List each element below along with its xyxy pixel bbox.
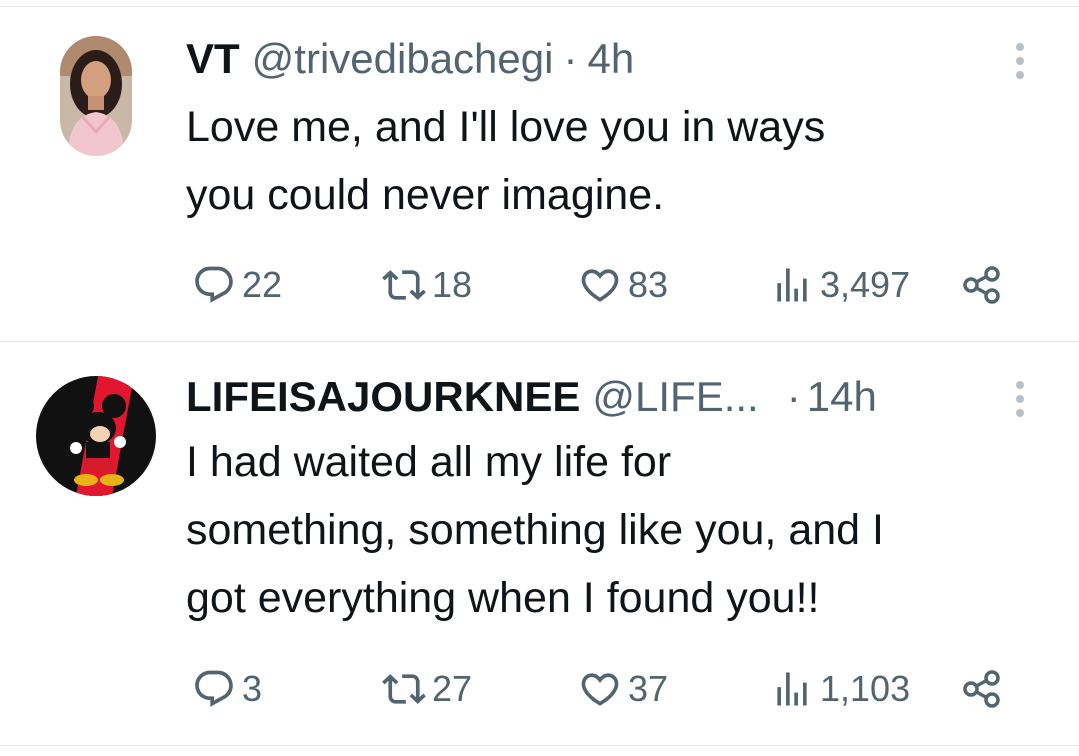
retweet-icon	[382, 270, 426, 300]
retweet-button[interactable]: 27	[382, 664, 472, 714]
retweet-count: 27	[432, 668, 473, 709]
tweet-text: Love me, and I'll love you in ways you c…	[186, 103, 826, 219]
more-options-icon[interactable]	[1008, 36, 1032, 86]
tweet-text: I had waited all my life for something, …	[186, 438, 884, 622]
avatar-photo	[36, 376, 156, 496]
views-button[interactable]: 1,103	[770, 664, 910, 714]
separator-dot: ·	[563, 35, 578, 82]
reply-icon	[195, 670, 233, 707]
user-handle[interactable]: @trivedibachegi	[252, 34, 554, 84]
like-count: 37	[628, 668, 669, 709]
bottom-divider	[0, 745, 1079, 746]
tweet[interactable]: LIFEISAJOURKNEE @LIFE... · 14h I had wai…	[0, 342, 1079, 742]
separator-dot: ·	[786, 373, 801, 420]
views-button[interactable]: 3,497	[770, 260, 910, 310]
more-options-icon[interactable]	[1008, 374, 1032, 424]
like-count: 83	[628, 264, 669, 305]
views-count: 3,497	[820, 264, 911, 305]
views-count: 1,103	[820, 668, 911, 709]
heart-icon	[581, 673, 619, 706]
retweet-icon	[382, 674, 426, 704]
timestamp[interactable]: 4h	[587, 34, 634, 84]
views-icon	[777, 268, 807, 302]
user-handle[interactable]: @LIFE...	[592, 372, 758, 422]
avatar[interactable]	[60, 36, 132, 156]
like-button[interactable]: 83	[578, 260, 668, 310]
tweet-header: LIFEISAJOURKNEE @LIFE... · 14h	[186, 372, 877, 422]
tweet[interactable]: VT @trivedibachegi · 4h Love me, and I'l…	[0, 0, 1079, 340]
like-button[interactable]: 37	[578, 664, 668, 714]
share-button[interactable]	[960, 664, 1004, 714]
retweet-button[interactable]: 18	[382, 260, 472, 310]
avatar[interactable]	[36, 376, 156, 496]
tweet-header: VT @trivedibachegi · 4h	[186, 34, 634, 84]
display-name[interactable]: VT	[186, 34, 240, 84]
reply-count: 22	[242, 264, 283, 305]
reply-button[interactable]: 3	[192, 664, 262, 714]
timestamp[interactable]: 14h	[807, 372, 877, 422]
share-icon	[963, 670, 1000, 708]
reply-count: 3	[242, 668, 263, 709]
reply-icon	[195, 266, 233, 303]
views-icon	[777, 672, 807, 706]
share-icon	[963, 266, 1000, 304]
reply-button[interactable]: 22	[192, 260, 282, 310]
heart-icon	[581, 269, 619, 302]
avatar-photo	[60, 36, 132, 156]
share-button[interactable]	[960, 260, 1004, 310]
display-name[interactable]: LIFEISAJOURKNEE	[186, 372, 580, 422]
retweet-count: 18	[432, 264, 473, 305]
